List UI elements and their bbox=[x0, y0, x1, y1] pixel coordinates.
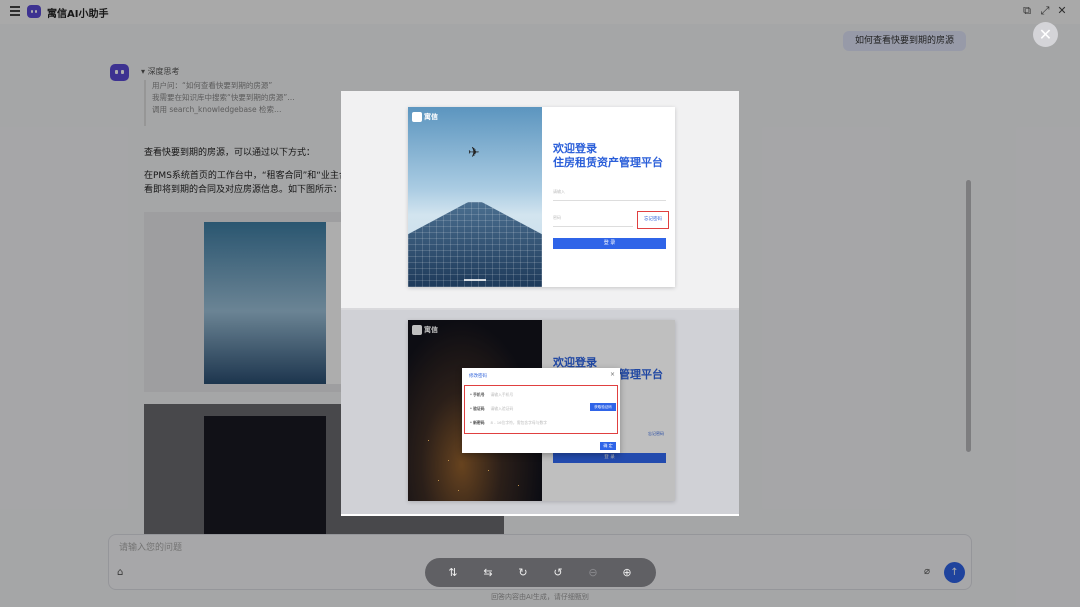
rotate-left-icon[interactable]: ↺ bbox=[550, 565, 566, 580]
dialog-ok-button: 确 定 bbox=[600, 442, 616, 450]
skyscraper-graphic bbox=[408, 202, 542, 287]
change-password-dialog: 修改密码 × * 手机号 请输入手机号 获取验证码 * 验证码 请输入验证码 * 新… bbox=[462, 368, 620, 453]
login-hero-photo: ✈ 寓信 bbox=[408, 107, 542, 287]
brand-logo: 寓信 bbox=[412, 112, 438, 122]
username-field: 请输入 bbox=[553, 189, 666, 201]
login-subtitle: 住房租赁资产管理平台 bbox=[553, 156, 663, 169]
preview-close-button[interactable]: ✕ bbox=[1033, 22, 1058, 47]
airplane-icon: ✈ bbox=[468, 145, 480, 161]
preview-image: ✈ 寓信 欢迎登录 住房租赁资产管理平台 请输入 密码 忘记密码 登 录 寓信 … bbox=[341, 91, 739, 516]
zoom-in-icon[interactable]: ⊕ bbox=[619, 565, 635, 580]
dialog-title: 修改密码 bbox=[469, 374, 487, 379]
dialog-fields-highlight: * 手机号 请输入手机号 获取验证码 * 验证码 请输入验证码 * 新密码 8 - 1… bbox=[464, 385, 618, 434]
login-card: ✈ 寓信 欢迎登录 住房租赁资产管理平台 请输入 密码 忘记密码 登 录 bbox=[408, 107, 675, 287]
code-row: * 验证码 请输入验证码 bbox=[470, 406, 514, 411]
flip-horizontal-icon[interactable]: ⇆ bbox=[480, 565, 496, 580]
dialog-close-icon: × bbox=[609, 371, 615, 378]
new-password-row: * 新密码 8 - 16位字符，需包含字母与数字 bbox=[470, 420, 548, 425]
flip-vertical-icon[interactable]: ⇅ bbox=[445, 565, 461, 580]
carousel-dots bbox=[464, 279, 486, 281]
get-code-button: 获取验证码 bbox=[590, 403, 616, 411]
rotate-right-icon[interactable]: ↻ bbox=[515, 565, 531, 580]
forgot-password-highlight: 忘记密码 bbox=[637, 211, 669, 229]
login-button: 登 录 bbox=[553, 238, 666, 249]
password-field: 密码 bbox=[553, 215, 633, 227]
zoom-out-icon[interactable]: ⊖ bbox=[585, 565, 601, 580]
phone-row: * 手机号 请输入手机号 bbox=[470, 392, 514, 397]
